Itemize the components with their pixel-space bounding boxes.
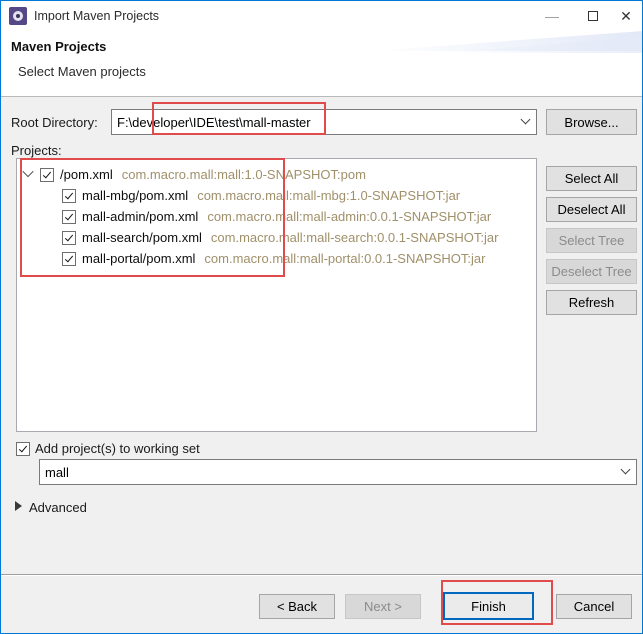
maximize-button[interactable]	[576, 1, 610, 31]
maximize-icon	[588, 11, 598, 21]
tree-item-name: mall-mbg/pom.xml	[82, 188, 188, 203]
deselect-tree-button[interactable]: Deselect Tree	[546, 259, 637, 284]
next-button[interactable]: Next >	[345, 594, 421, 619]
projects-tree[interactable]: /pom.xml com.macro.mall:mall:1.0-SNAPSHO…	[16, 158, 537, 432]
select-tree-button[interactable]: Select Tree	[546, 228, 637, 253]
refresh-button[interactable]: Refresh	[546, 290, 637, 315]
finish-button[interactable]: Finish	[443, 592, 534, 620]
checkbox-checked-icon[interactable]	[62, 210, 76, 224]
tree-item-mall-portal[interactable]: mall-portal/pom.xml com.macro.mall:mall-…	[17, 248, 536, 269]
cancel-button[interactable]: Cancel	[556, 594, 632, 619]
checkbox-checked-icon[interactable]	[62, 189, 76, 203]
close-button[interactable]: ✕	[609, 1, 643, 31]
tree-item-root-pom[interactable]: /pom.xml com.macro.mall:mall:1.0-SNAPSHO…	[17, 164, 536, 185]
tree-item-artifact: com.macro.mall:mall-search:0.0.1-SNAPSHO…	[211, 230, 499, 245]
checkbox-checked-icon[interactable]	[40, 168, 54, 182]
chevron-down-icon[interactable]	[621, 465, 631, 475]
tree-item-mall-mbg[interactable]: mall-mbg/pom.xml com.macro.mall:mall-mbg…	[17, 185, 536, 206]
page-title: Maven Projects	[11, 39, 106, 54]
tree-item-name: mall-search/pom.xml	[82, 230, 202, 245]
working-set-checkbox[interactable]: Add project(s) to working set	[16, 441, 200, 456]
root-directory-combo[interactable]: F:\developer\IDE\test\mall-master	[111, 109, 537, 135]
working-set-label: Add project(s) to working set	[35, 441, 200, 456]
root-directory-value: F:\developer\IDE\test\mall-master	[117, 115, 311, 130]
tree-item-name: mall-admin/pom.xml	[82, 209, 198, 224]
checkbox-checked-icon[interactable]	[62, 252, 76, 266]
projects-label: Projects:	[11, 143, 62, 158]
root-directory-label: Root Directory:	[11, 115, 98, 130]
page-subtitle: Select Maven projects	[18, 64, 146, 79]
working-set-value: mall	[45, 465, 69, 480]
minimize-button[interactable]: —	[535, 1, 569, 31]
tree-item-mall-admin[interactable]: mall-admin/pom.xml com.macro.mall:mall-a…	[17, 206, 536, 227]
working-set-combo[interactable]: mall	[39, 459, 637, 485]
tree-item-artifact: com.macro.mall:mall:1.0-SNAPSHOT:pom	[122, 167, 366, 182]
title-bar[interactable]: Import Maven Projects — ✕	[1, 1, 642, 31]
tree-item-name: mall-portal/pom.xml	[82, 251, 195, 266]
tree-item-mall-search[interactable]: mall-search/pom.xml com.macro.mall:mall-…	[17, 227, 536, 248]
banner-swoosh-graphic-2	[442, 37, 642, 53]
triangle-collapsed-icon[interactable]	[15, 501, 22, 511]
import-wizard-icon	[9, 7, 27, 25]
window-title: Import Maven Projects	[34, 1, 159, 31]
advanced-section-toggle[interactable]: Advanced	[29, 500, 87, 515]
chevron-expanded-icon[interactable]	[22, 165, 33, 176]
back-button[interactable]: < Back	[259, 594, 335, 619]
tree-item-artifact: com.macro.mall:mall-admin:0.0.1-SNAPSHOT…	[207, 209, 491, 224]
wizard-banner: Maven Projects Select Maven projects	[1, 31, 642, 97]
tree-item-artifact: com.macro.mall:mall-mbg:1.0-SNAPSHOT:jar	[197, 188, 460, 203]
chevron-down-icon[interactable]	[521, 115, 531, 125]
deselect-all-button[interactable]: Deselect All	[546, 197, 637, 222]
banner-swoosh-graphic	[372, 31, 642, 51]
import-maven-projects-dialog: Import Maven Projects — ✕ Maven Projects…	[0, 0, 643, 634]
checkbox-checked-icon[interactable]	[62, 231, 76, 245]
select-all-button[interactable]: Select All	[546, 166, 637, 191]
tree-item-name: /pom.xml	[60, 167, 113, 182]
tree-item-artifact: com.macro.mall:mall-portal:0.0.1-SNAPSHO…	[204, 251, 485, 266]
checkbox-checked-icon[interactable]	[16, 442, 30, 456]
browse-button[interactable]: Browse...	[546, 109, 637, 135]
